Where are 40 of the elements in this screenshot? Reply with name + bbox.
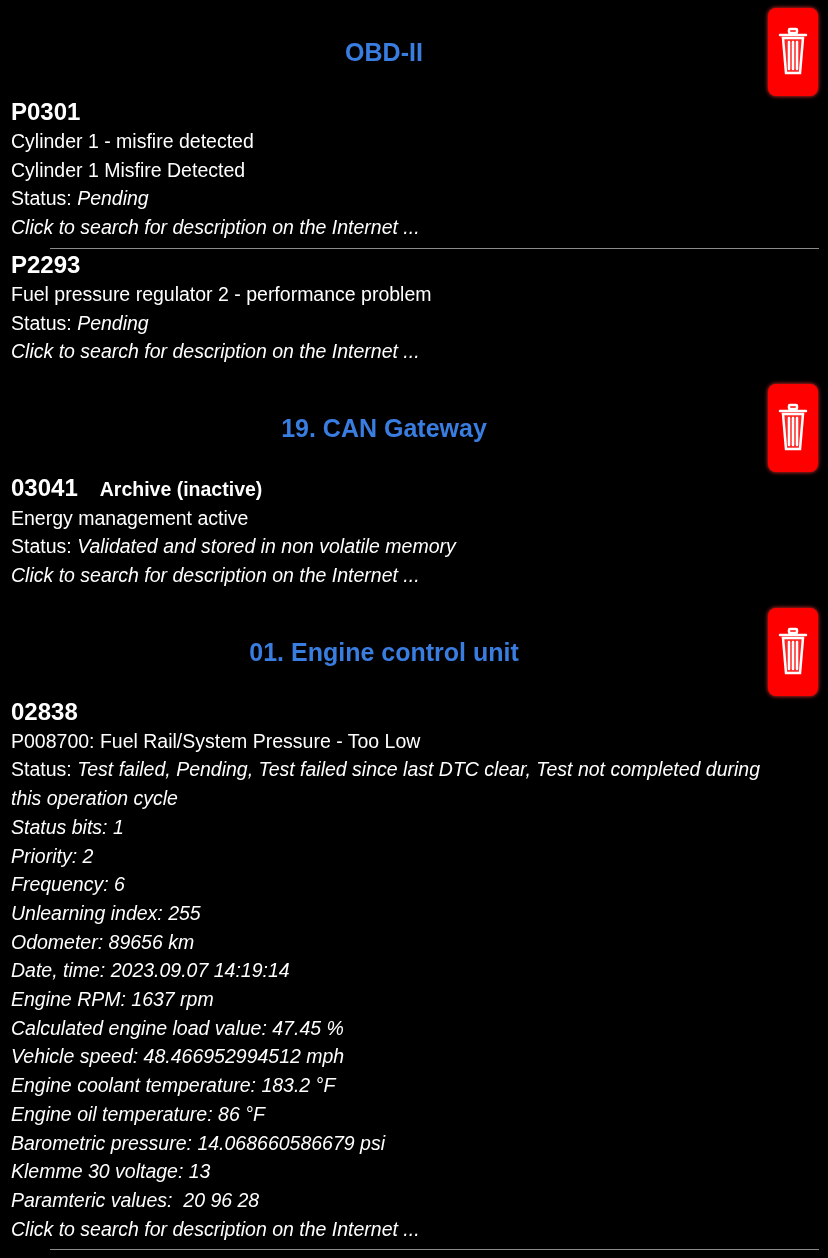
detail-text: Engine coolant temperature: 183.2 °F (11, 1073, 338, 1099)
search-link[interactable]: Click to search for description on the Internet ... (11, 337, 420, 366)
status-text: Status: Pending (11, 310, 150, 336)
status-text: Status: Validated and stored in non volatile memory (11, 534, 458, 560)
detail-text: Barometric pressure: 14.068660586679 psi (11, 1130, 387, 1156)
status-text: Status: Pending (11, 186, 150, 212)
detail-text: Status bits: 1 (11, 814, 125, 840)
detail-text: Vehicle speed: 48.466952994512 mph (11, 1044, 346, 1070)
trash-icon (778, 27, 808, 77)
section-title: 01. Engine control unit (248, 636, 520, 668)
detail-text: Priority: 2 (11, 843, 95, 869)
section-title: 19. CAN Gateway (280, 412, 488, 444)
section-title: OBD-II (344, 37, 424, 68)
detail-text: Unlearning index: 255 (11, 900, 202, 926)
fault-description: Fuel pressure regulator 2 - performance problem (11, 281, 433, 307)
search-link[interactable]: Click to search for description on the Internet ... (11, 561, 420, 590)
search-link[interactable]: Click to search for description on the Internet ... (11, 213, 420, 242)
fault-code: P0301 (11, 97, 81, 127)
fault-description: Cylinder 1 - misfire detected (11, 129, 255, 154)
fault-code: 03041 (11, 472, 78, 503)
fault-description: P008700: Fuel Rail/System Pressure - Too Low (11, 728, 422, 754)
trash-icon (778, 402, 808, 453)
fault-description: Cylinder 1 Misfire Detected (11, 157, 247, 183)
fault-code: 02838 (11, 696, 78, 727)
delete-button[interactable] (768, 383, 818, 472)
detail-text: Engine oil temperature: 86 °F (11, 1101, 267, 1127)
trash-icon (778, 626, 808, 677)
detail-text: Odometer: 89656 km (11, 929, 196, 955)
fault-code: P2293 (11, 249, 81, 280)
detail-text: Klemme 30 voltage: 13 (11, 1159, 212, 1185)
status-text: Status: Test failed, Pending, Test failed since last DTC clear, Test not completed during this operation cycle (11, 757, 761, 812)
detail-text: Paramteric values: 20 96 28 (11, 1188, 261, 1213)
delete-button[interactable] (768, 607, 818, 696)
detail-text: Date, time: 2023.09.07 14:19:14 (11, 958, 291, 984)
archive-label: Archive (inactive) (99, 476, 263, 502)
search-link[interactable]: Click to search for description on the Internet ... (11, 1214, 420, 1244)
fault-description: Energy management active (11, 505, 250, 531)
detail-text: Calculated engine load value: 47.45 % (11, 1015, 345, 1041)
detail-text: Frequency: 6 (11, 872, 126, 898)
detail-text: Engine RPM: 1637 rpm (11, 987, 215, 1013)
